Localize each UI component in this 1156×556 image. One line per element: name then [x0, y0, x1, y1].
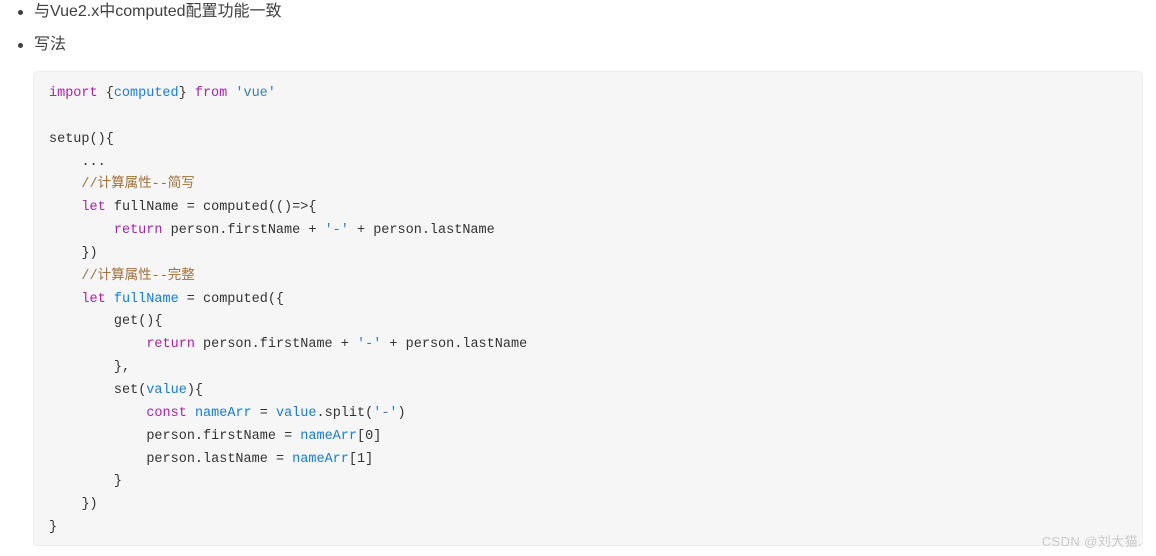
bullet-dot-icon: [18, 43, 23, 48]
code-line: person.firstName = nameArr[0]: [146, 428, 382, 444]
list-item-label: 写法: [34, 36, 67, 53]
code-line: return person.firstName + '-' + person.l…: [146, 337, 528, 353]
code-line: let fullName = computed({: [81, 291, 285, 307]
code-line: ...: [81, 154, 106, 170]
code-line: //计算属性--简写: [49, 177, 195, 193]
code-line: get(){: [113, 314, 163, 330]
code-line: setup(){: [49, 131, 114, 147]
code-line: },: [113, 360, 131, 376]
code-line: import {computed} from 'vue': [49, 86, 276, 101]
code-line: }): [81, 245, 98, 261]
list-item: 与Vue2.x中computed配置功能一致: [0, 1, 1156, 23]
code-block-inner: import {computed} from 'vue' setup(){ ..…: [34, 72, 1142, 540]
code-line: const nameArr = value.split('-'): [146, 405, 406, 421]
code-text: import {computed} from 'vue' setup(){ ..…: [49, 83, 1142, 540]
bullet-dot-icon: [18, 10, 23, 15]
code-line: return person.firstName + '-' + person.l…: [113, 223, 495, 239]
notes-bullet-list: 与Vue2.x中computed配置功能一致 写法: [0, 1, 1156, 56]
code-line: person.lastName = nameArr[1]: [146, 451, 374, 467]
code-line: set(value){: [113, 382, 204, 398]
code-line: }: [49, 520, 58, 536]
code-line: }: [113, 474, 122, 490]
code-block[interactable]: import {computed} from 'vue' setup(){ ..…: [33, 71, 1143, 546]
code-line: //计算属性--完整: [49, 268, 195, 284]
code-line: let fullName = computed(()=>{: [81, 200, 317, 216]
code-line: }): [81, 497, 98, 513]
list-item: 写法: [0, 34, 1156, 56]
watermark: CSDN @刘大猫.: [1041, 534, 1142, 549]
code-content[interactable]: import {computed} from 'vue' setup(){ ..…: [49, 83, 1142, 540]
list-item-label: 与Vue2.x中computed配置功能一致: [34, 3, 282, 20]
